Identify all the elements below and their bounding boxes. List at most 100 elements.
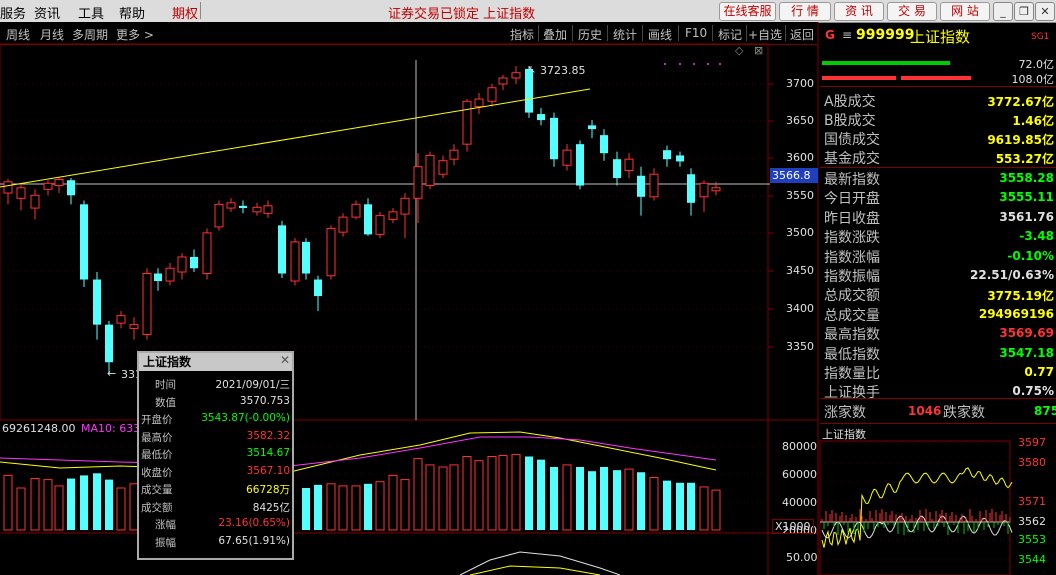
volume-bar-up: [351, 485, 361, 531]
volume-bar-up: [3, 474, 13, 531]
candle-up: [129, 324, 139, 329]
volume-legend: 69261248.00: [2, 422, 76, 435]
volume-bar-down: [80, 475, 88, 530]
candle-up: [30, 194, 40, 209]
price-axis-label: 3400: [786, 302, 814, 315]
trend-line: [0, 88, 591, 188]
marker-dot: [664, 63, 666, 65]
price-axis-label: 3350: [786, 340, 814, 353]
group-icon[interactable]: G: [825, 28, 835, 42]
volume-bar-down: [588, 471, 596, 530]
stat-value: 0.77: [1024, 365, 1054, 379]
close-chart-icon[interactable]: ⊠: [754, 44, 763, 57]
mini-chart-title: 上证指数: [822, 428, 866, 441]
volume-bar-up: [438, 466, 448, 531]
candle-down: [537, 114, 545, 121]
menu-lines-icon[interactable]: ≡: [842, 28, 852, 42]
tooltip-value: 3567.10: [246, 464, 290, 477]
candle-down: [364, 204, 372, 235]
indicator-line-2: [469, 565, 601, 575]
turnover-value: 9619.85亿: [987, 133, 1054, 147]
candle-up: [252, 206, 262, 213]
candle-up: [388, 211, 398, 220]
peak-label: 3723.85: [540, 64, 586, 77]
stat-value: 3561.76: [999, 209, 1054, 224]
marker-dot: [707, 63, 709, 65]
bottom-axis-label: 50.00: [786, 551, 818, 564]
volume-bar-down: [314, 484, 322, 530]
stock-code: 999999: [856, 27, 915, 43]
volume-bar-up: [462, 456, 472, 531]
tooltip-value: 66728万: [246, 484, 290, 496]
candle-down: [302, 241, 310, 274]
candle-down: [93, 279, 101, 325]
candle-up: [202, 232, 212, 275]
panel-sep: [820, 398, 1056, 399]
candle-down: [600, 135, 608, 154]
candle-down: [687, 174, 695, 203]
tooltip-key: 时间: [155, 379, 176, 391]
stat-value: 3775.19亿: [987, 289, 1054, 304]
candle-up: [214, 203, 224, 228]
tooltip-key: 最低价: [141, 449, 173, 461]
volume-bar-down: [93, 473, 101, 530]
volume-bar-up: [649, 477, 659, 531]
stat-value: 0.75%: [1012, 384, 1054, 399]
candle-up: [562, 149, 572, 166]
stat-value: 3558.28: [999, 171, 1054, 185]
candle-down: [80, 204, 88, 280]
volume-ma5-line: [0, 431, 717, 473]
stat-value: -3.48: [1019, 229, 1054, 244]
volume-bar-down: [663, 480, 671, 530]
candle-up: [487, 87, 497, 102]
candle-up: [624, 158, 634, 171]
outflow-bar-a: [822, 76, 896, 80]
candle-up: [413, 166, 423, 199]
price-axis-label: 3600: [786, 151, 814, 164]
tooltip-key: 开盘价: [141, 414, 173, 426]
candle-up: [375, 215, 385, 235]
candle-up: [462, 100, 472, 145]
candle-up: [498, 77, 508, 85]
panel-sep: [820, 167, 1056, 168]
candle-up: [326, 227, 336, 277]
volume-bar-down: [613, 470, 621, 530]
volume-bar-down: [600, 467, 608, 530]
collapse-icon[interactable]: ◇: [735, 44, 743, 57]
tooltip-row: 成交量 66728万: [139, 482, 292, 496]
tooltip-key: 收盘价: [141, 466, 173, 479]
volume-bar-up: [449, 464, 459, 531]
data-tooltip[interactable]: 上证指数 ✕ 时间 2021/09/01/三 数值 3570.753 开盘价 3543.8…: [137, 351, 294, 560]
candle-down: [314, 279, 322, 297]
price-axis-label: 3450: [786, 264, 814, 277]
candle-down: [278, 225, 286, 274]
stat-label: 最低指数: [824, 346, 880, 363]
tooltip-row: 数值 3570.753: [139, 395, 292, 409]
tooltip-value: 8425亿: [252, 501, 290, 514]
volume-bar-down: [676, 482, 684, 530]
volume-axis-label: 40000: [782, 496, 817, 509]
turnover-label: 国债成交: [824, 132, 880, 148]
candle-up: [226, 202, 236, 209]
stat-value: 3555.11: [999, 190, 1054, 205]
volume-bar-up: [498, 454, 508, 531]
volume-bar-up: [562, 464, 572, 531]
tooltip-close-icon[interactable]: ✕: [280, 353, 290, 367]
stat-label: 指数涨幅: [824, 249, 880, 266]
panel-sep: [820, 86, 1056, 87]
price-axis-label: 3550: [786, 189, 814, 202]
volume-bar-up: [54, 485, 64, 531]
candle-down: [105, 324, 113, 363]
stat-value: 3547.18: [999, 345, 1054, 360]
candle-up: [290, 241, 300, 282]
turnover-value: 553.27亿: [995, 152, 1054, 166]
volume-bar-up: [30, 478, 40, 531]
volume-bar-up: [388, 474, 398, 531]
tooltip-value: 67.65(1.91%): [218, 534, 290, 547]
tooltip-row: 收盘价 3567.10: [139, 465, 292, 479]
volume-bar-up: [43, 479, 53, 531]
price-axis-label: 3650: [786, 114, 814, 127]
tooltip-row: 时间 2021/09/01/三: [139, 377, 292, 391]
turnover-value: 3772.67亿: [987, 95, 1054, 109]
turnover-label: B股成交: [824, 113, 876, 129]
